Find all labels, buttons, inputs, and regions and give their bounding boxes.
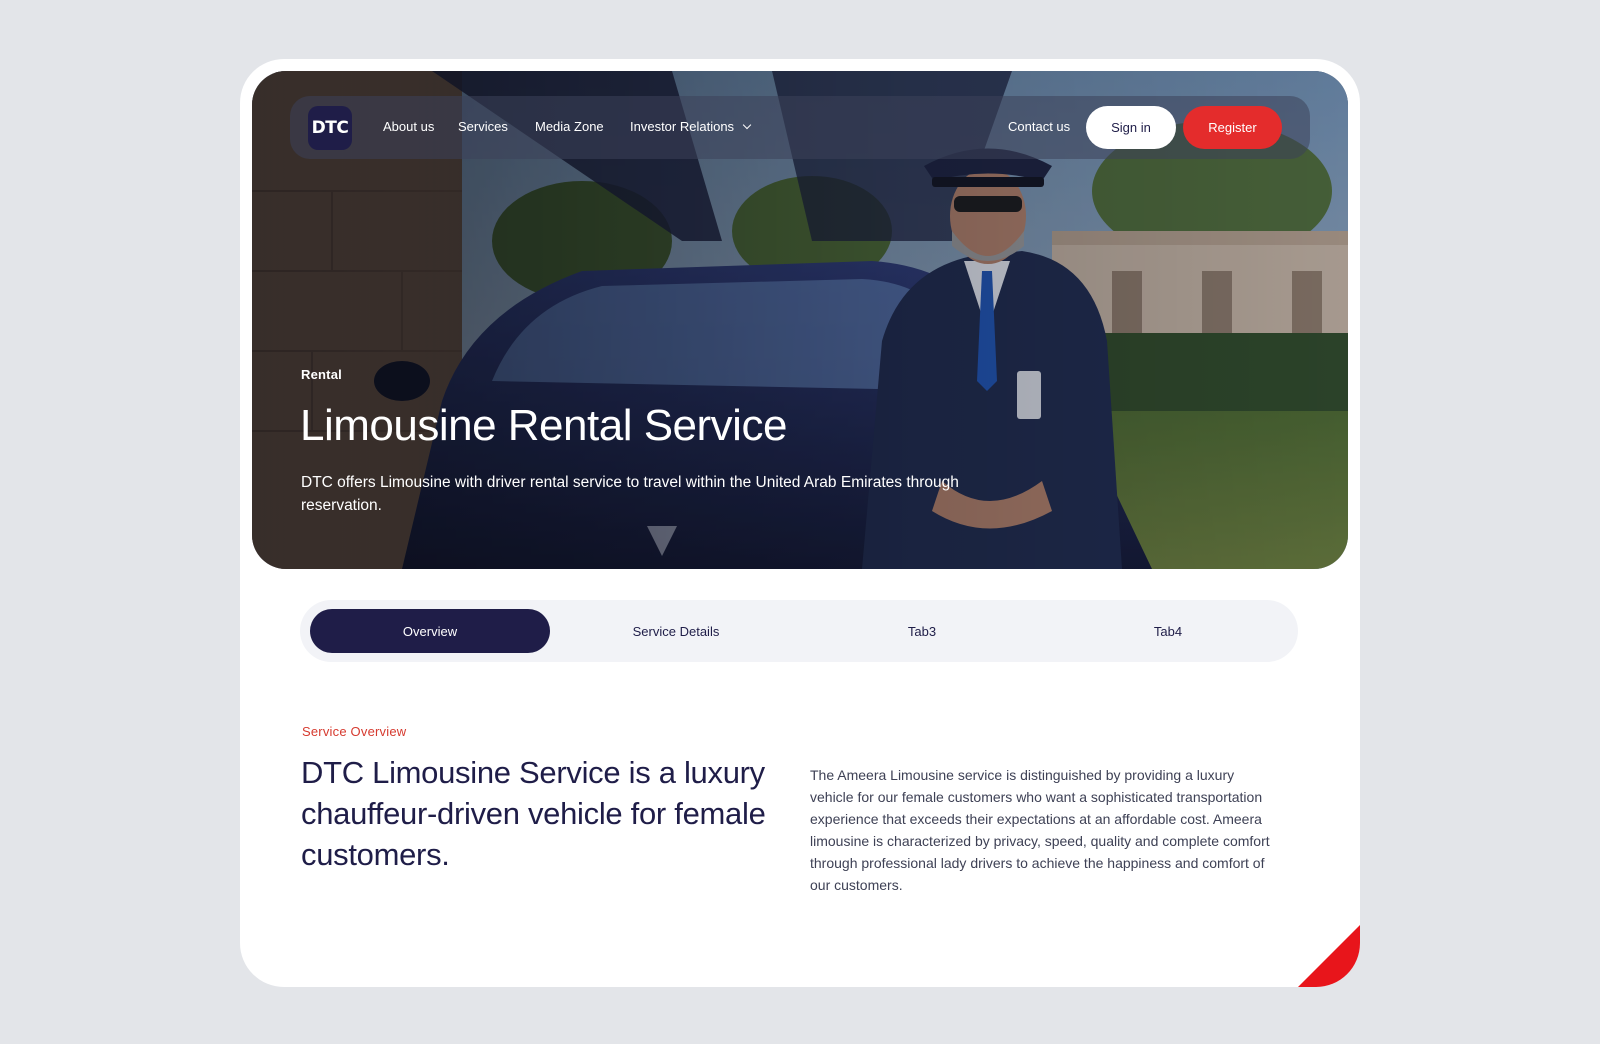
sign-in-button[interactable]: Sign in [1086,106,1176,149]
nav-link-contact-us[interactable]: Contact us [1008,118,1070,136]
nav-link-media-zone[interactable]: Media Zone [535,118,604,136]
chevron-down-icon [742,120,752,130]
tab-overview[interactable]: Overview [310,609,550,653]
tab-4[interactable]: Tab4 [1048,609,1288,653]
nav-link-about-us[interactable]: About us [383,118,434,136]
hero-eyebrow: Rental [301,367,342,382]
section-heading: DTC Limousine Service is a luxury chauff… [301,755,766,872]
dtc-logo[interactable]: DTC [308,106,352,150]
nav-link-services[interactable]: Services [458,118,508,136]
page-card: DTC About us Services Media Zone Investo… [240,59,1360,987]
page-title: Limousine Rental Service [300,401,787,450]
register-button[interactable]: Register [1183,106,1282,149]
hero-description: DTC offers Limousine with driver rental … [301,474,959,514]
section-body-text: The Ameera Limousine service is distingu… [810,767,1270,893]
tab-service-details[interactable]: Service Details [556,609,796,653]
nav-link-investor-relations[interactable]: Investor Relations [630,118,752,136]
section-eyebrow: Service Overview [302,724,407,739]
corner-accent [1298,925,1360,987]
hero-banner: DTC About us Services Media Zone Investo… [252,71,1348,569]
tab-bar: Overview Service Details Tab3 Tab4 [300,600,1298,662]
nav-link-investor-relations-label: Investor Relations [630,119,735,134]
tab-3[interactable]: Tab3 [802,609,1042,653]
top-nav: DTC About us Services Media Zone Investo… [290,96,1310,159]
